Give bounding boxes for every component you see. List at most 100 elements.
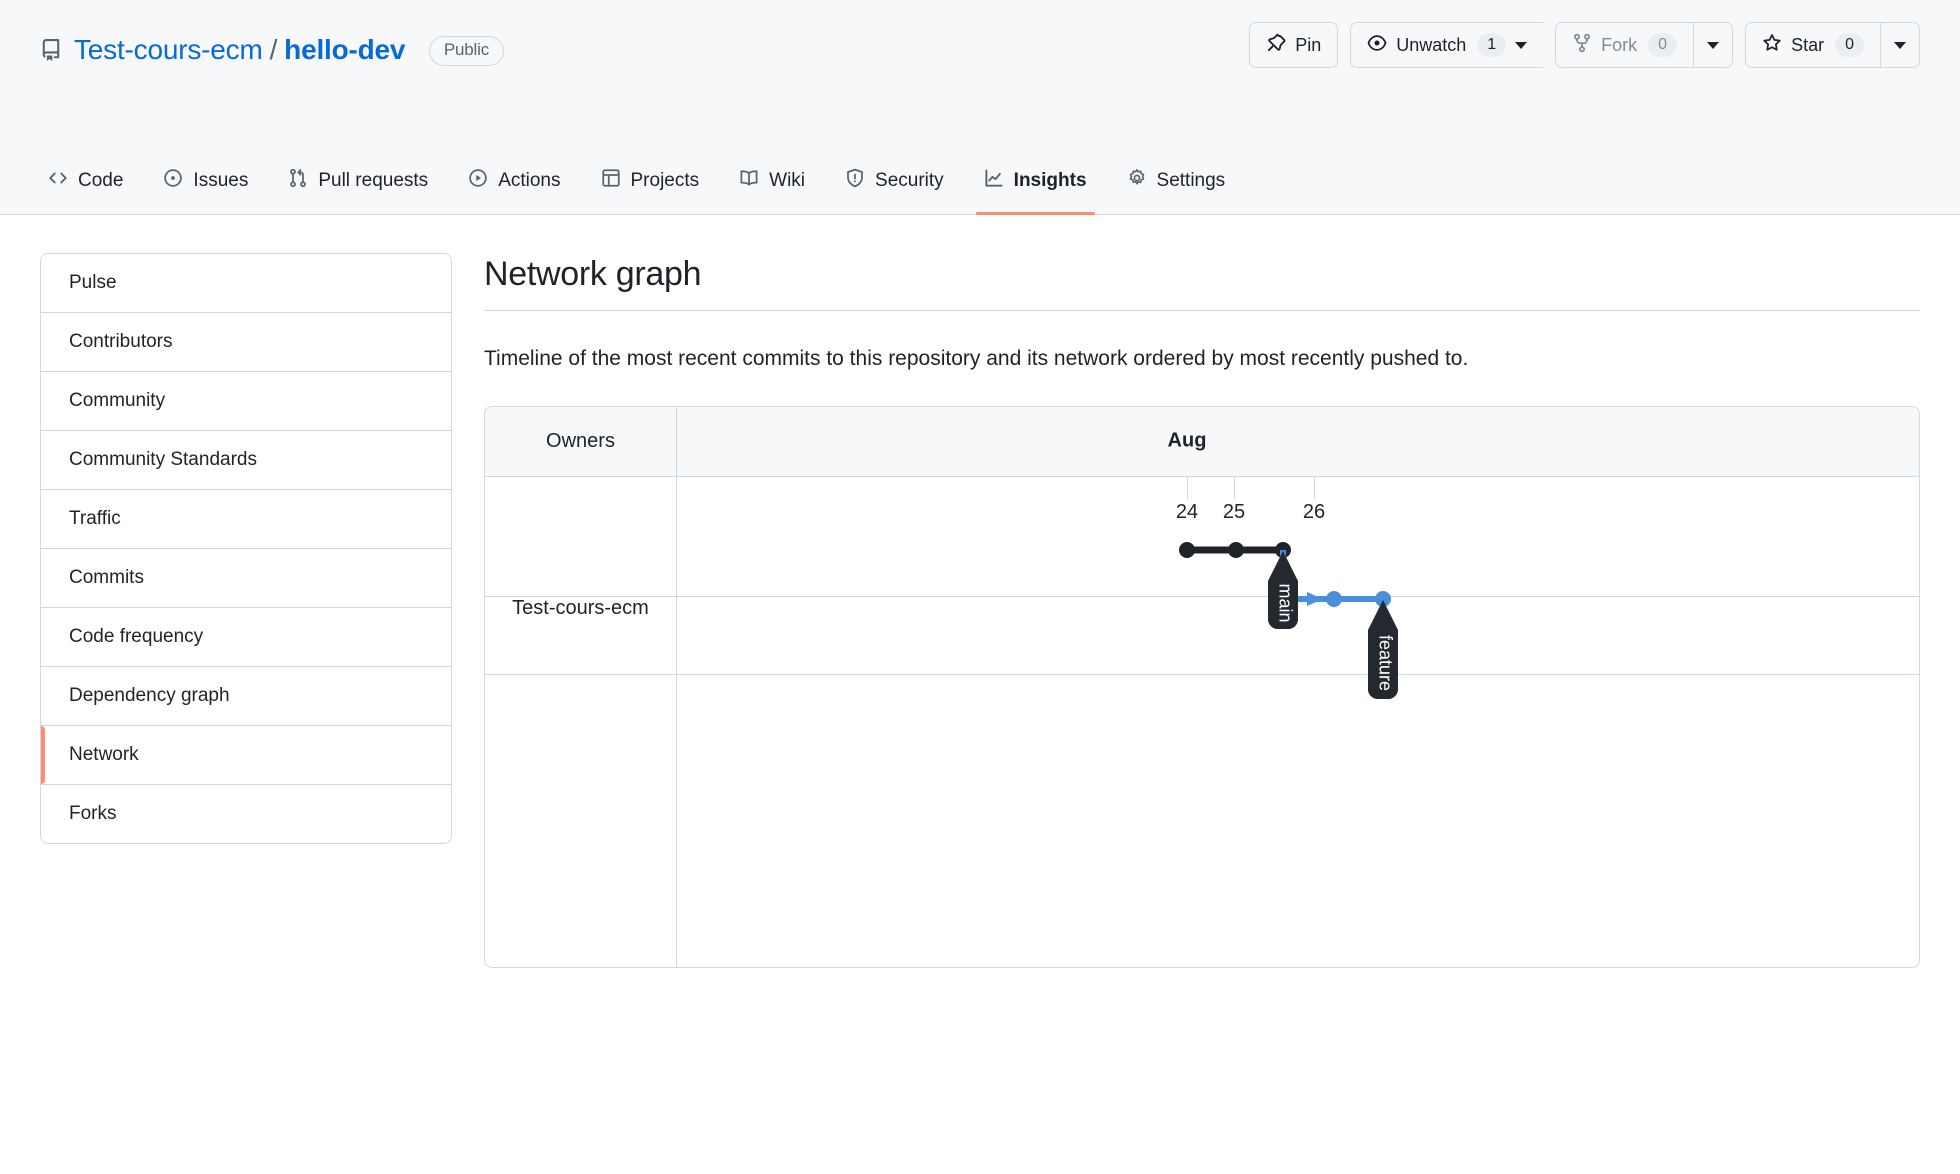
sidebar-item-label: Dependency graph [69,685,230,706]
graph-icon [984,168,1004,194]
watch-count: 1 [1477,33,1506,58]
sidebar-item-label: Contributors [69,331,173,352]
sidebar-item-contributors[interactable]: Contributors [41,313,451,372]
fork-button[interactable]: Fork 0 [1555,22,1693,68]
shield-icon [845,168,865,194]
sidebar-item-label: Pulse [69,272,117,293]
tab-label: Projects [631,170,700,192]
repo-owner-link[interactable]: Test-cours-ecm [74,34,263,65]
repo-icon [40,39,62,61]
active-tab-indicator [976,212,1095,215]
month-label: Aug [1168,430,1207,453]
sidebar-item-commits[interactable]: Commits [41,549,451,608]
branch-tag-main[interactable]: main [1268,551,1298,629]
month-axis-header: Aug [677,406,1919,476]
watch-button-group: Unwatch 1 [1350,22,1543,68]
sidebar-item-traffic[interactable]: Traffic [41,490,451,549]
star-button-group: Star 0 [1745,22,1920,68]
fork-dropdown-button[interactable] [1693,22,1733,68]
page-title: Network graph [484,255,1920,311]
sidebar-item-label: Community [69,390,165,411]
sidebar-item-label: Network [69,744,139,765]
branch-tag-main-label: main [1275,583,1295,622]
star-dropdown-button[interactable] [1880,22,1920,68]
sidebar-item-label: Commits [69,567,144,588]
fork-button-group: Fork 0 [1555,22,1733,68]
fork-label: Fork [1601,35,1637,56]
sidebar-item-label: Traffic [69,508,121,529]
graph-header-row: Owners Aug [485,407,1919,477]
branch-tag-feature[interactable]: feature [1368,600,1398,699]
commit-network-svg: main feature [677,477,1920,968]
tab-projects[interactable]: Projects [585,156,716,206]
issue-opened-icon [163,168,183,194]
sidebar-item-network[interactable]: Network [41,726,451,785]
tab-issues[interactable]: Issues [147,156,264,206]
tab-code[interactable]: Code [32,156,139,206]
star-icon [1762,33,1782,58]
chevron-down-icon [1707,42,1719,49]
tab-label: Settings [1157,170,1226,192]
fork-icon [1572,33,1592,58]
sidebar-item-code-frequency[interactable]: Code frequency [41,608,451,667]
sidebar-item-forks[interactable]: Forks [41,785,451,843]
sidebar-item-pulse[interactable]: Pulse [41,254,451,313]
pin-button[interactable]: Pin [1249,22,1338,68]
tab-label: Insights [1014,170,1087,192]
main-content: Network graph Timeline of the most recen… [484,253,1920,968]
repo-nav: Code Issues Pull requests Actions Projec [28,156,1245,214]
repo-name-link[interactable]: hello-dev [284,34,405,65]
commit-dot-main-1[interactable] [1179,542,1195,558]
pin-label: Pin [1295,35,1321,56]
fork-count: 0 [1648,33,1677,58]
page-description: Timeline of the most recent commits to t… [484,343,1604,376]
sidebar-item-community-standards[interactable]: Community Standards [41,431,451,490]
commit-dot-feature-1[interactable] [1326,591,1342,607]
breadcrumb: Test-cours-ecm/hello-dev Public [74,34,504,66]
owner-row-label: Test-cours-ecm [485,597,676,620]
play-icon [468,168,488,194]
chevron-down-icon [1894,42,1906,49]
owners-column-header: Owners [485,406,677,476]
book-icon [739,168,759,194]
insights-sidebar: Pulse Contributors Community Community S… [40,253,452,844]
breadcrumb-separator: / [270,34,278,65]
tab-label: Wiki [769,170,805,192]
sidebar-item-dependency-graph[interactable]: Dependency graph [41,667,451,726]
repo-actions: Pin Unwatch 1 [1249,22,1920,68]
unwatch-button[interactable]: Unwatch 1 [1350,22,1543,68]
repo-header: Test-cours-ecm/hello-dev Public Pin [0,0,1960,215]
sidebar-item-label: Community Standards [69,449,257,470]
chevron-down-icon [1515,42,1527,49]
tab-actions[interactable]: Actions [452,156,576,206]
network-graph-panel: Owners Aug Test-cours-ecm 24 [484,406,1920,968]
tab-label: Security [875,170,944,192]
sidebar-item-label: Forks [69,803,117,824]
star-count: 0 [1835,33,1864,58]
tab-pull-requests[interactable]: Pull requests [272,156,444,206]
pin-icon [1266,33,1286,58]
tab-label: Actions [498,170,560,192]
graph-canvas: 24 25 26 [677,477,1919,968]
tab-settings[interactable]: Settings [1111,156,1242,206]
owner-row-divider [485,674,676,675]
tab-wiki[interactable]: Wiki [723,156,821,206]
branch-tag-feature-label: feature [1375,635,1395,691]
commit-dot-main-2[interactable] [1228,542,1244,558]
star-button[interactable]: Star 0 [1745,22,1880,68]
tab-security[interactable]: Security [829,156,960,206]
tab-label: Issues [193,170,248,192]
sidebar-item-community[interactable]: Community [41,372,451,431]
tab-label: Pull requests [318,170,428,192]
owner-column: Test-cours-ecm [485,477,677,968]
tab-insights[interactable]: Insights [968,156,1103,206]
tab-label: Code [78,170,123,192]
visibility-badge: Public [429,36,504,66]
eye-icon [1367,33,1387,58]
git-pull-request-icon [288,168,308,194]
gear-icon [1127,168,1147,194]
star-label: Star [1791,35,1824,56]
page-body: Pulse Contributors Community Community S… [0,215,1960,968]
code-icon [48,168,68,194]
sidebar-item-label: Code frequency [69,626,203,647]
